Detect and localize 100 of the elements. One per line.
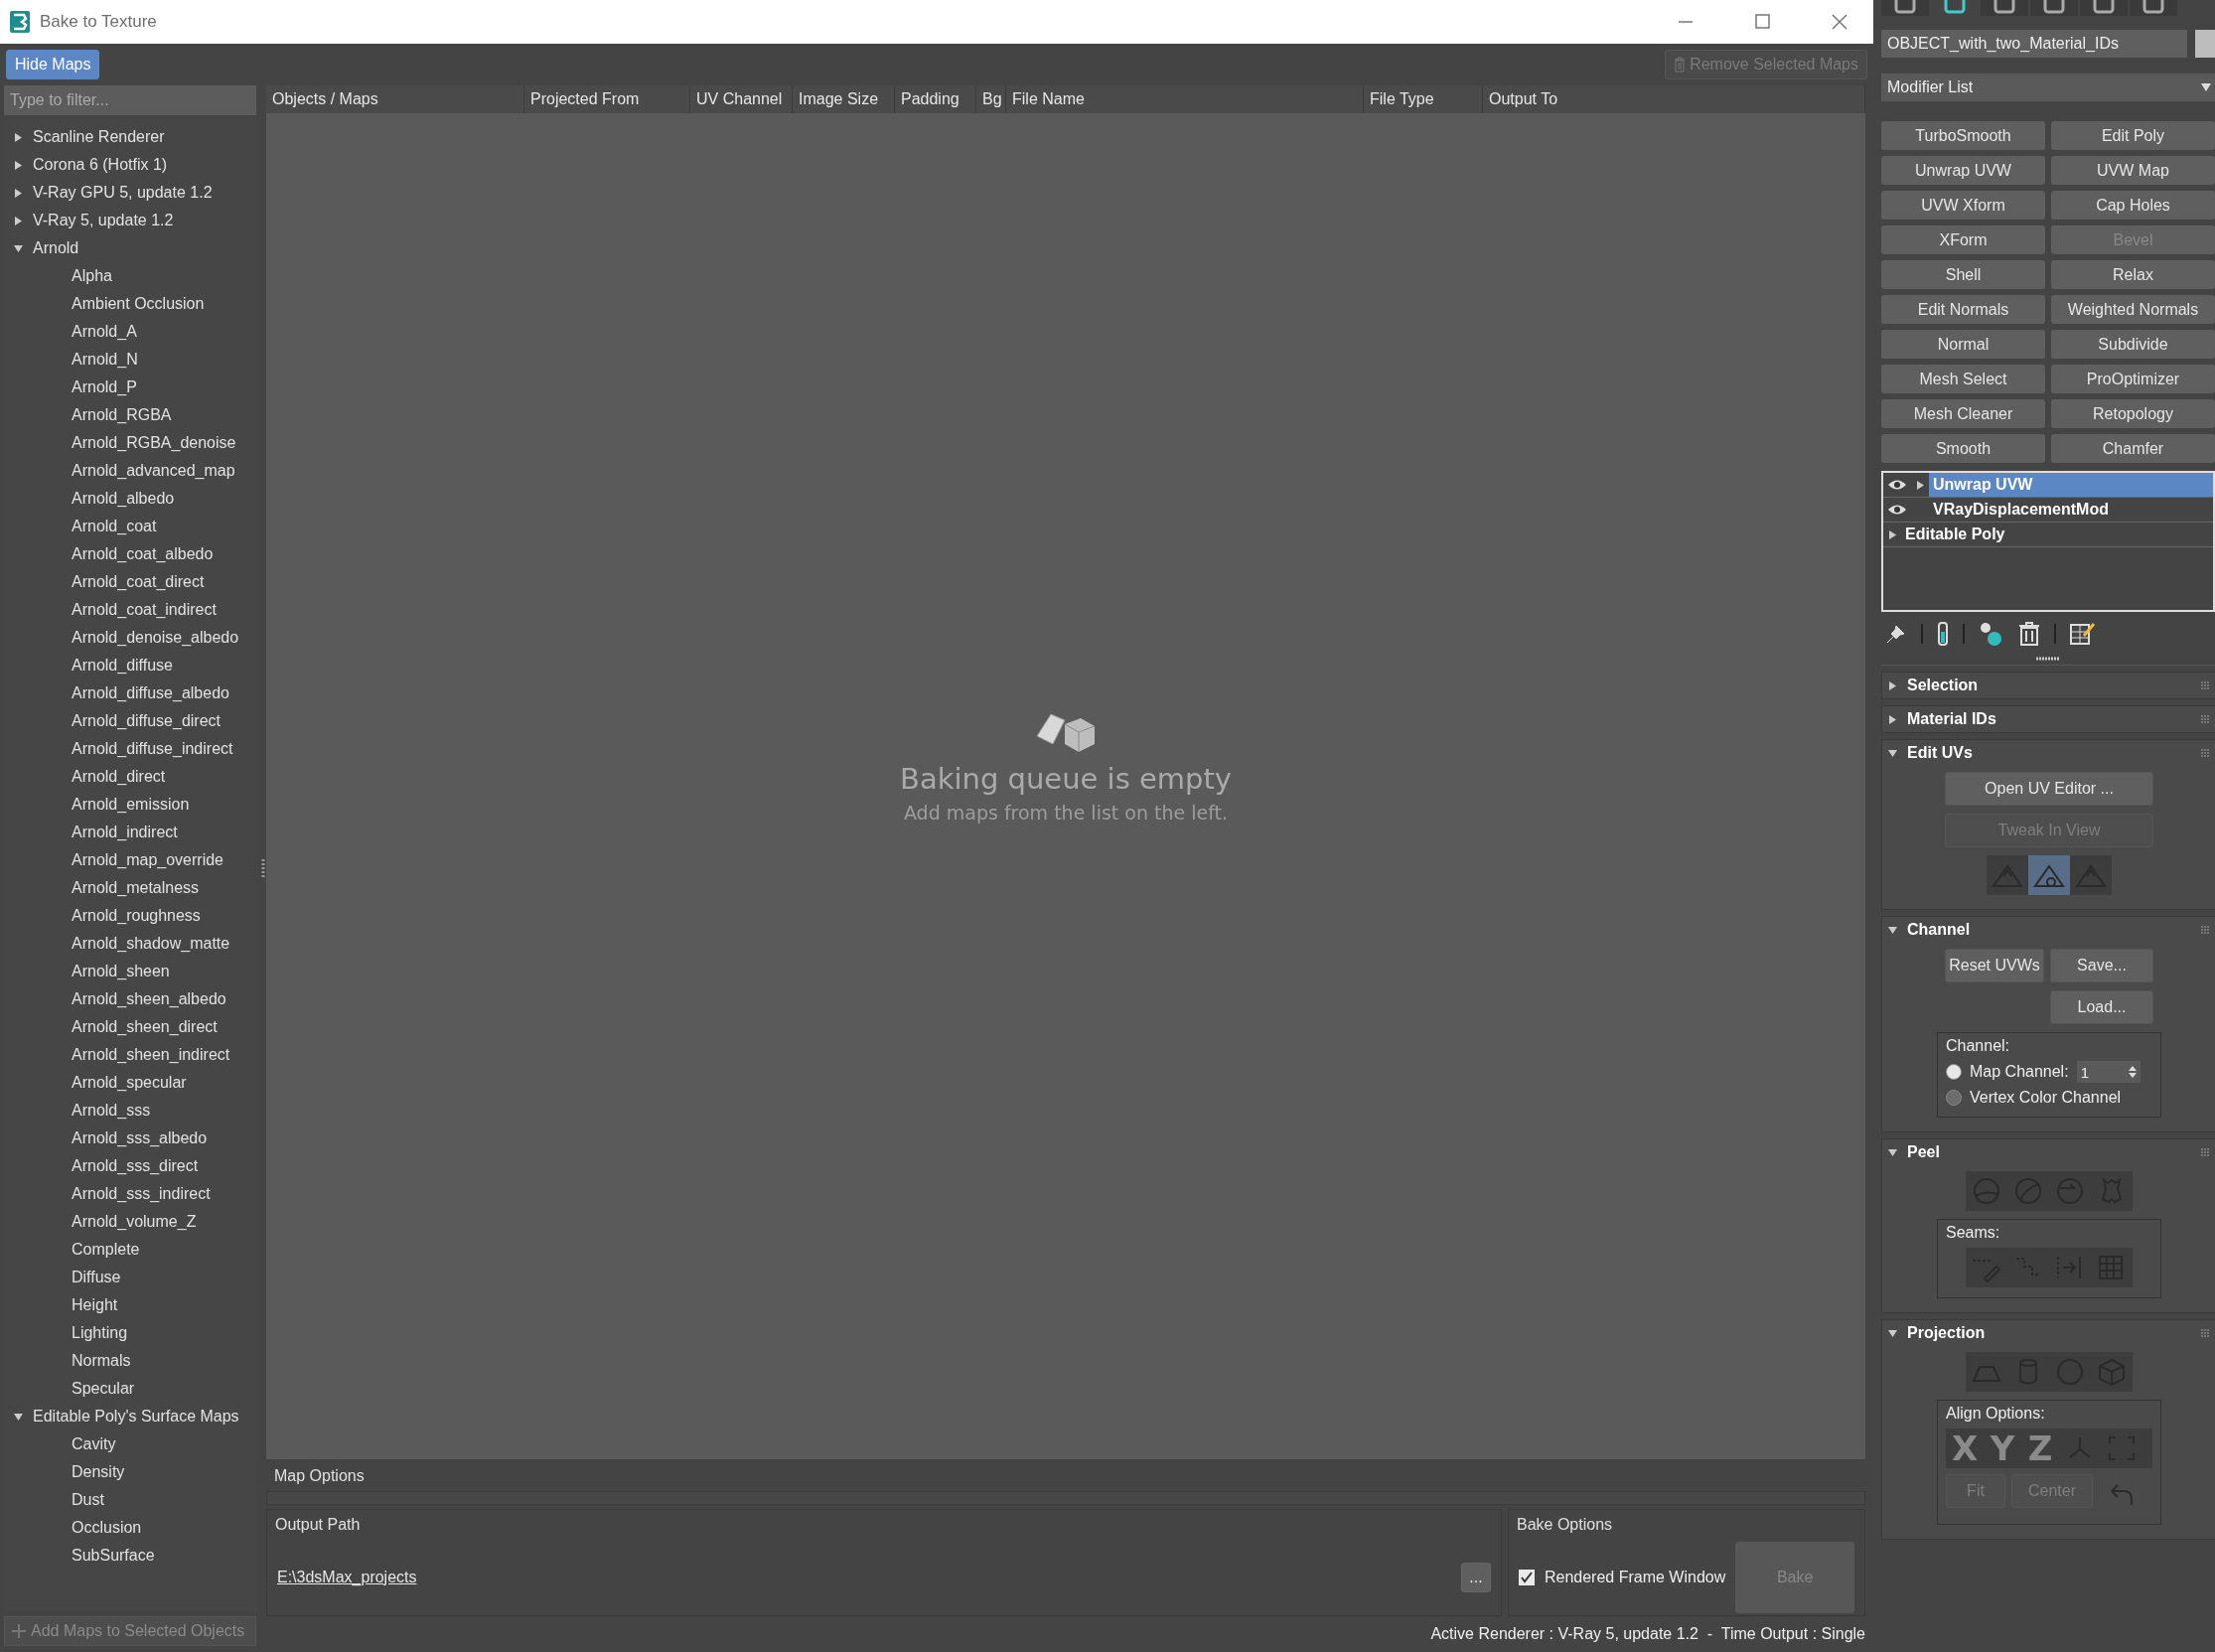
reset-button[interactable]: Reset UVWs	[1945, 949, 2044, 982]
panel-tab[interactable]	[2130, 0, 2177, 16]
tree-item[interactable]: Arnold_sheen_albedo	[72, 990, 226, 1008]
tree-item[interactable]: Arnold_coat_albedo	[72, 545, 214, 563]
rollout-title[interactable]: Channel	[1907, 921, 2190, 939]
stack-row[interactable]: VRayDisplacementMod	[1883, 498, 2213, 523]
tree-item[interactable]: Arnold_A	[72, 323, 137, 341]
rollout-title[interactable]: Edit UVs	[1907, 744, 2190, 762]
splitter-handle-icon[interactable]	[261, 858, 265, 879]
modifier-dropdown[interactable]: Modifier List	[1881, 74, 2215, 101]
grip-icon[interactable]	[2200, 1147, 2210, 1157]
tree-item[interactable]: Arnold_indirect	[72, 824, 178, 841]
tree-item[interactable]: Lighting	[72, 1324, 128, 1342]
eye-icon[interactable]	[1887, 479, 1907, 491]
test-tube-icon[interactable]	[1937, 622, 1949, 646]
caret-right-icon[interactable]	[14, 188, 23, 198]
modifier-button[interactable]: ProOptimizer	[2051, 365, 2215, 393]
grip-icon[interactable]	[2200, 1328, 2210, 1338]
caret-down-icon[interactable]	[1888, 748, 1897, 758]
caret-right-icon[interactable]	[1888, 680, 1897, 690]
stack-row[interactable]: Unwrap UVW	[1883, 473, 2213, 498]
tree-item[interactable]: Arnold_albedo	[72, 490, 175, 508]
modifier-button[interactable]: Cap Holes	[2051, 191, 2215, 220]
caret-down-icon[interactable]	[1888, 1328, 1897, 1338]
tree-item[interactable]: Arnold_volume_Z	[72, 1213, 197, 1231]
grip-icon[interactable]	[2200, 748, 2210, 758]
panel-tab[interactable]	[1881, 0, 1929, 16]
tree-item[interactable]: Arnold_sss	[72, 1102, 151, 1120]
modifier-button[interactable]: Weighted Normals	[2051, 295, 2215, 324]
tree-item[interactable]: V-Ray 5, update 1.2	[33, 212, 174, 229]
configure-icon[interactable]	[2070, 622, 2096, 646]
tree-item[interactable]: Arnold_RGBA_denoise	[72, 434, 236, 452]
tree-item[interactable]: Arnold_sheen_direct	[72, 1018, 218, 1036]
tree-item[interactable]: SubSurface	[72, 1547, 155, 1565]
tree-item[interactable]: Editable Poly's Surface Maps	[33, 1408, 239, 1426]
tree-item[interactable]: V-Ray GPU 5, update 1.2	[33, 184, 213, 202]
modifier-button[interactable]: Mesh Select	[1881, 365, 2045, 393]
modifier-button[interactable]: Mesh Cleaner	[1881, 399, 2045, 428]
tree-item[interactable]: Normals	[72, 1352, 131, 1370]
tree-item[interactable]: Diffuse	[72, 1269, 121, 1286]
grip-handle-icon[interactable]	[2036, 656, 2060, 662]
save-button[interactable]: Save...	[2050, 949, 2153, 982]
modifier-button[interactable]: TurboSmooth	[1881, 121, 2045, 150]
tree-item[interactable]: Dust	[72, 1491, 104, 1509]
caret-down-icon[interactable]	[14, 243, 23, 253]
tree-item[interactable]: Arnold_diffuse_direct	[72, 712, 222, 730]
modifier-button[interactable]: Edit Poly	[2051, 121, 2215, 150]
tree-item[interactable]: Arnold_advanced_map	[72, 462, 235, 480]
tree-item[interactable]: Arnold_coat	[72, 518, 157, 535]
tree-item[interactable]: Arnold_shadow_matte	[72, 935, 230, 953]
hide-maps-button[interactable]: Hide Maps	[6, 50, 100, 79]
modifier-button[interactable]: UVW Xform	[1881, 191, 2045, 220]
tree-item[interactable]: Arnold_roughness	[72, 907, 201, 925]
tree-item[interactable]: Density	[72, 1463, 125, 1481]
tree-item[interactable]: Arnold_denoise_albedo	[72, 629, 239, 647]
caret-right-icon[interactable]	[14, 216, 23, 225]
filter-field[interactable]: Type to filter...	[4, 85, 256, 115]
tree-item[interactable]: Arnold_sss_albedo	[72, 1129, 208, 1147]
checkbox[interactable]	[1519, 1570, 1535, 1585]
modifier-button[interactable]: UVW Map	[2051, 156, 2215, 185]
rollout-title[interactable]: Peel	[1907, 1143, 2190, 1161]
caret-right-icon[interactable]	[1915, 480, 1925, 490]
radio-button[interactable]	[1946, 1090, 1962, 1106]
panel-tab[interactable]	[1981, 0, 2028, 16]
caret-down-icon[interactable]	[1888, 1147, 1897, 1157]
modifier-button[interactable]: Edit Normals	[1881, 295, 2045, 324]
tree-item[interactable]: Complete	[72, 1241, 140, 1259]
spinner-arrows-icon[interactable]	[2128, 1066, 2137, 1078]
tree-item[interactable]: Arnold_map_override	[72, 851, 223, 869]
panel-tab[interactable]	[2030, 0, 2078, 16]
tree-item[interactable]: Arnold_coat_direct	[72, 573, 205, 591]
grip-icon[interactable]	[2200, 680, 2210, 690]
stack-item[interactable]: VRayDisplacementMod	[1929, 498, 2213, 522]
tree-item[interactable]: Cavity	[72, 1435, 116, 1453]
modifier-button[interactable]: Shell	[1881, 260, 2045, 289]
tree-item[interactable]: Arnold_sss_direct	[72, 1157, 199, 1175]
stack-item[interactable]: Unwrap UVW	[1929, 473, 2213, 497]
spinner-field[interactable]: 1	[2076, 1061, 2141, 1083]
tree-item[interactable]: Arnold_sheen_indirect	[72, 1046, 230, 1064]
output-path-link[interactable]: E:\3dsMax_projects	[277, 1569, 1451, 1586]
caret-right-icon[interactable]	[1888, 714, 1897, 724]
panel-tab[interactable]	[2080, 0, 2128, 16]
tree-item[interactable]: Arnold_direct	[72, 768, 166, 786]
tree-item[interactable]: Arnold	[33, 239, 79, 257]
tool-button[interactable]	[2028, 855, 2070, 895]
modifier-button[interactable]: Retopology	[2051, 399, 2215, 428]
object-name-field[interactable]: OBJECT_with_two_Material_IDs	[1881, 30, 2187, 58]
tree-item[interactable]: Occlusion	[72, 1519, 142, 1537]
editor-button[interactable]: Open UV Editor ...	[1945, 772, 2153, 806]
tree-item[interactable]: Arnold_diffuse_indirect	[72, 740, 233, 758]
radio-button[interactable]	[1946, 1064, 1962, 1080]
tree-item[interactable]: Arnold_coat_indirect	[72, 601, 217, 619]
tree-item[interactable]: Arnold_metalness	[72, 879, 200, 897]
tree-item[interactable]: Arnold_N	[72, 351, 138, 369]
tree-item[interactable]: Corona 6 (Hotfix 1)	[33, 156, 168, 174]
rollout-title[interactable]: Selection	[1907, 676, 2190, 694]
grip-icon[interactable]	[2200, 925, 2210, 935]
tree-item[interactable]: Arnold_diffuse_albedo	[72, 684, 229, 702]
browse-button[interactable]: ...	[1461, 1563, 1491, 1592]
modifier-button[interactable]: Smooth	[1881, 434, 2045, 463]
